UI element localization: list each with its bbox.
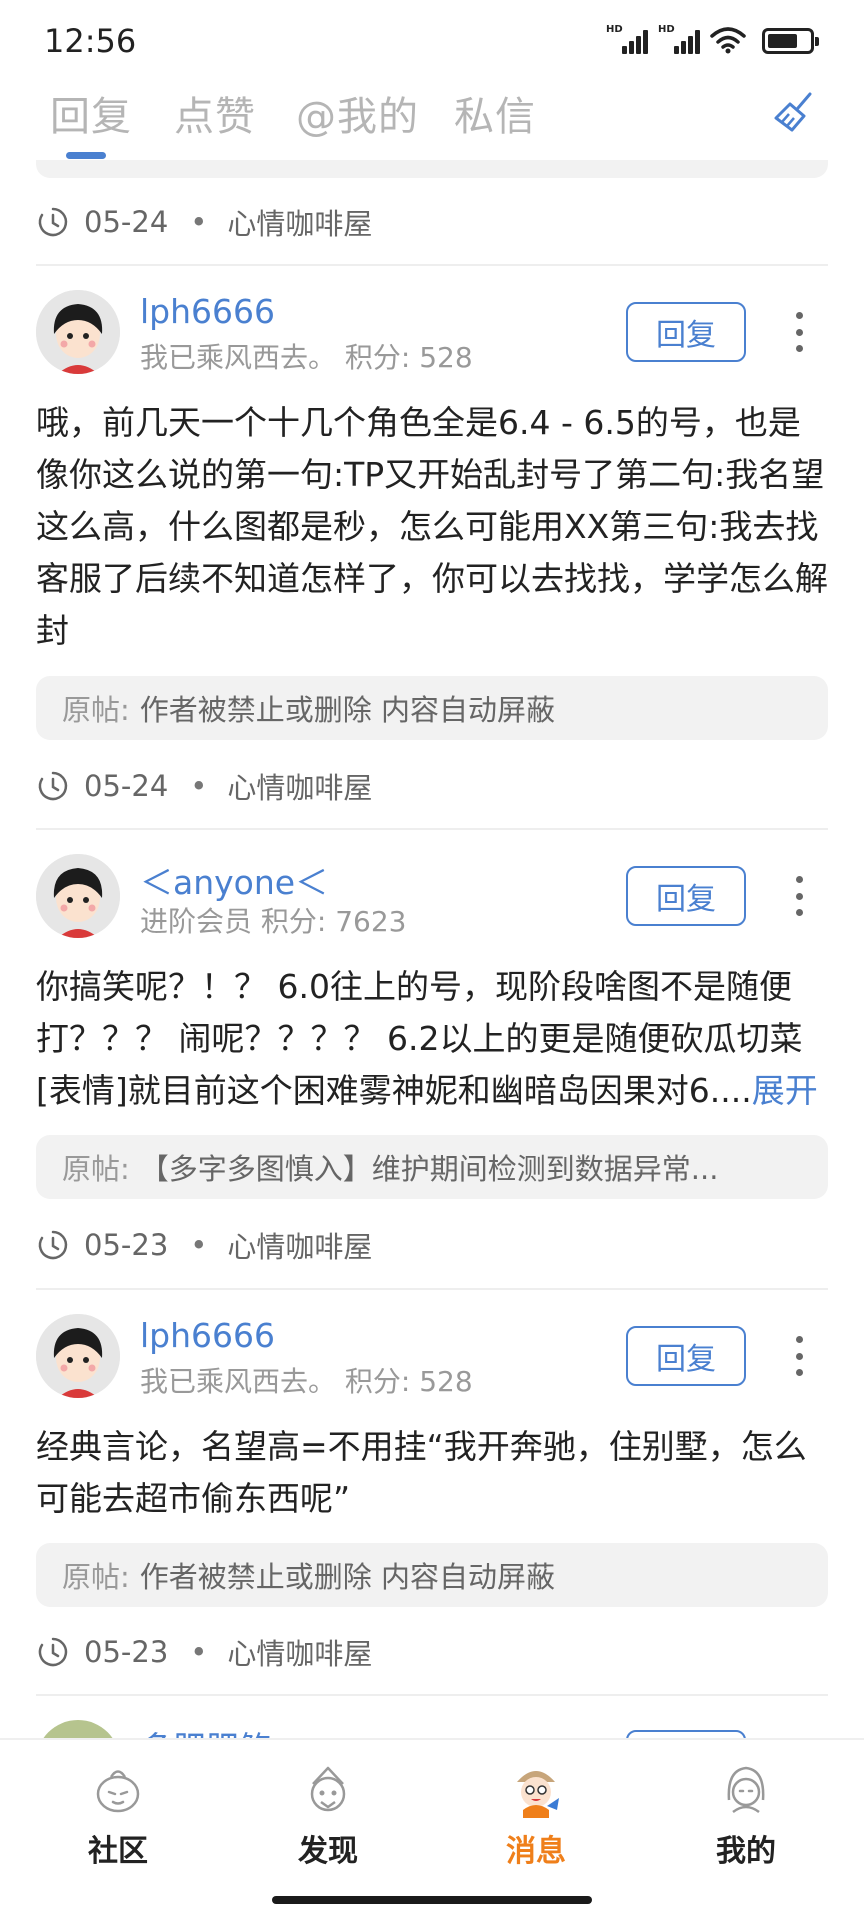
messages-icon [517,1771,559,1818]
wifi-icon [710,27,746,54]
item-forum[interactable]: 心情咖啡屋 [227,1631,372,1673]
more-vertical-icon[interactable] [784,306,814,358]
avatar[interactable] [36,1314,120,1398]
reply-content[interactable]: 哦，前几天一个十几个角色全是6.4 - 6.5的号，也是像你这么说的第一句:TP… [36,397,832,657]
meta-separator: • [190,1228,208,1262]
avatar[interactable] [36,1720,120,1738]
divider [36,264,828,266]
signal-hd-label: HD [658,24,675,35]
quote-text: 作者被禁止或删除 内容自动屏蔽 [139,1560,556,1594]
quote-label: 原帖: [62,1560,130,1594]
nav-label: 我的 [716,1834,776,1869]
tab-private-messages[interactable]: 私信 [454,84,536,142]
signal-icon: HD [606,24,648,54]
quote-text: 【多字多图慎入】维护期间检测到数据异常... [139,1152,719,1186]
screen: 12:56 HD HD 回复 点赞 @我的 私信 05-24 • 心情咖啡屋 l… [0,0,864,1920]
nav-label: 社区 [88,1834,148,1869]
username[interactable]: 多肥肥鲍 [140,1722,272,1738]
nav-label: 消息 [506,1834,566,1869]
avatar[interactable] [36,854,120,938]
reply-text: 经典言论，名望高=不用挂“我开奔驰，住别墅，怎么可能去超市偷东西呢” [36,1427,807,1518]
reply-list[interactable]: 05-24 • 心情咖啡屋 lph6666 我已乘风西去。 积分: 528 回复… [0,160,864,1738]
nav-messages[interactable]: 消息 [466,1760,606,1870]
item-forum[interactable]: 心情咖啡屋 [227,201,372,243]
original-post-quote[interactable]: 原帖: 【多字多图慎入】维护期间检测到数据异常... [36,1135,828,1199]
home-indicator[interactable] [272,1896,592,1904]
item-date: 05-23 [84,1228,169,1262]
meta-separator: • [190,205,208,239]
item-meta: 05-23 • 心情咖啡屋 [36,1220,372,1270]
nav-profile[interactable]: 我的 [676,1760,816,1870]
user-title: 我已乘风西去。 积分: 528 [140,1365,473,1398]
username[interactable]: lph6666 [140,1316,275,1355]
bottom-nav: 社区 发现 消息 我的 [0,1738,864,1920]
battery-level [768,34,797,48]
signal-icon: HD [658,24,700,54]
nav-community[interactable]: 社区 [48,1760,188,1870]
reply-button[interactable] [626,1730,746,1738]
meta-separator: • [190,1635,208,1669]
quote-label: 原帖: [62,1152,130,1186]
item-forum[interactable]: 心情咖啡屋 [227,1224,372,1266]
nav-label: 发现 [298,1834,358,1869]
signal-hd-label: HD [606,24,623,35]
avatar[interactable] [36,290,120,374]
clock-icon [38,771,68,801]
status-time: 12:56 [44,22,137,60]
item-meta: 05-24 • 心情咖啡屋 [36,197,372,247]
meta-separator: • [190,769,208,803]
nav-discover[interactable]: 发现 [258,1760,398,1870]
battery-icon [762,28,819,54]
more-vertical-icon[interactable] [784,1330,814,1382]
quote-text: 作者被禁止或删除 内容自动屏蔽 [139,693,556,727]
discover-icon [310,1766,346,1812]
username[interactable]: ＜anyone＜ [140,856,328,904]
reply-button[interactable]: 回复 [626,1326,746,1386]
quote-card [36,160,828,178]
original-post-quote[interactable]: 原帖: 作者被禁止或删除 内容自动屏蔽 [36,676,828,740]
item-meta: 05-24 • 心情咖啡屋 [36,761,372,811]
active-tab-indicator [66,152,106,159]
profile-icon [727,1766,765,1814]
item-meta: 05-23 • 心情咖啡屋 [36,1627,372,1677]
avatar-image [36,290,120,374]
reply-button[interactable]: 回复 [626,866,746,926]
more-vertical-icon[interactable] [784,870,814,922]
tab-likes[interactable]: 点赞 [174,84,256,142]
item-date: 05-24 [84,205,169,239]
user-title: 进阶会员 积分: 7623 [140,905,407,938]
divider [36,828,828,830]
clock-icon [38,1637,68,1667]
reply-text: 哦，前几天一个十几个角色全是6.4 - 6.5的号，也是像你这么说的第一句:TP… [36,403,828,650]
reply-content[interactable]: 经典言论，名望高=不用挂“我开奔驰，住别墅，怎么可能去超市偷东西呢” [36,1421,832,1525]
status-bar: 12:56 HD HD [0,0,864,80]
quote-label: 原帖: [62,693,130,727]
reply-button[interactable]: 回复 [626,302,746,362]
item-date: 05-24 [84,769,169,803]
avatar-image [36,1314,120,1398]
broom-icon[interactable] [770,88,818,136]
reply-text: 你搞笑呢？！？ 6.0往上的号，现阶段啥图不是随便打？？？ 闹呢？？？？ 6.2… [36,967,803,1110]
tab-mentions[interactable]: @我的 [296,84,419,142]
divider [36,1694,828,1696]
original-post-quote[interactable]: 原帖: 作者被禁止或删除 内容自动屏蔽 [36,1543,828,1607]
divider [36,1288,828,1290]
item-date: 05-23 [84,1635,169,1669]
user-title: 我已乘风西去。 积分: 528 [140,341,473,374]
expand-link[interactable]: 展开 [752,1071,818,1110]
tab-replies[interactable]: 回复 [50,84,132,142]
item-forum[interactable]: 心情咖啡屋 [227,765,372,807]
clock-icon [38,1230,68,1260]
community-icon [96,1770,140,1813]
clock-icon [38,207,68,237]
username[interactable]: lph6666 [140,292,275,331]
status-icons: HD HD [606,24,819,54]
message-tabs: 回复 点赞 @我的 私信 [0,80,864,162]
reply-content[interactable]: 你搞笑呢？！？ 6.0往上的号，现阶段啥图不是随便打？？？ 闹呢？？？？ 6.2… [36,961,832,1117]
avatar-image [36,854,120,938]
